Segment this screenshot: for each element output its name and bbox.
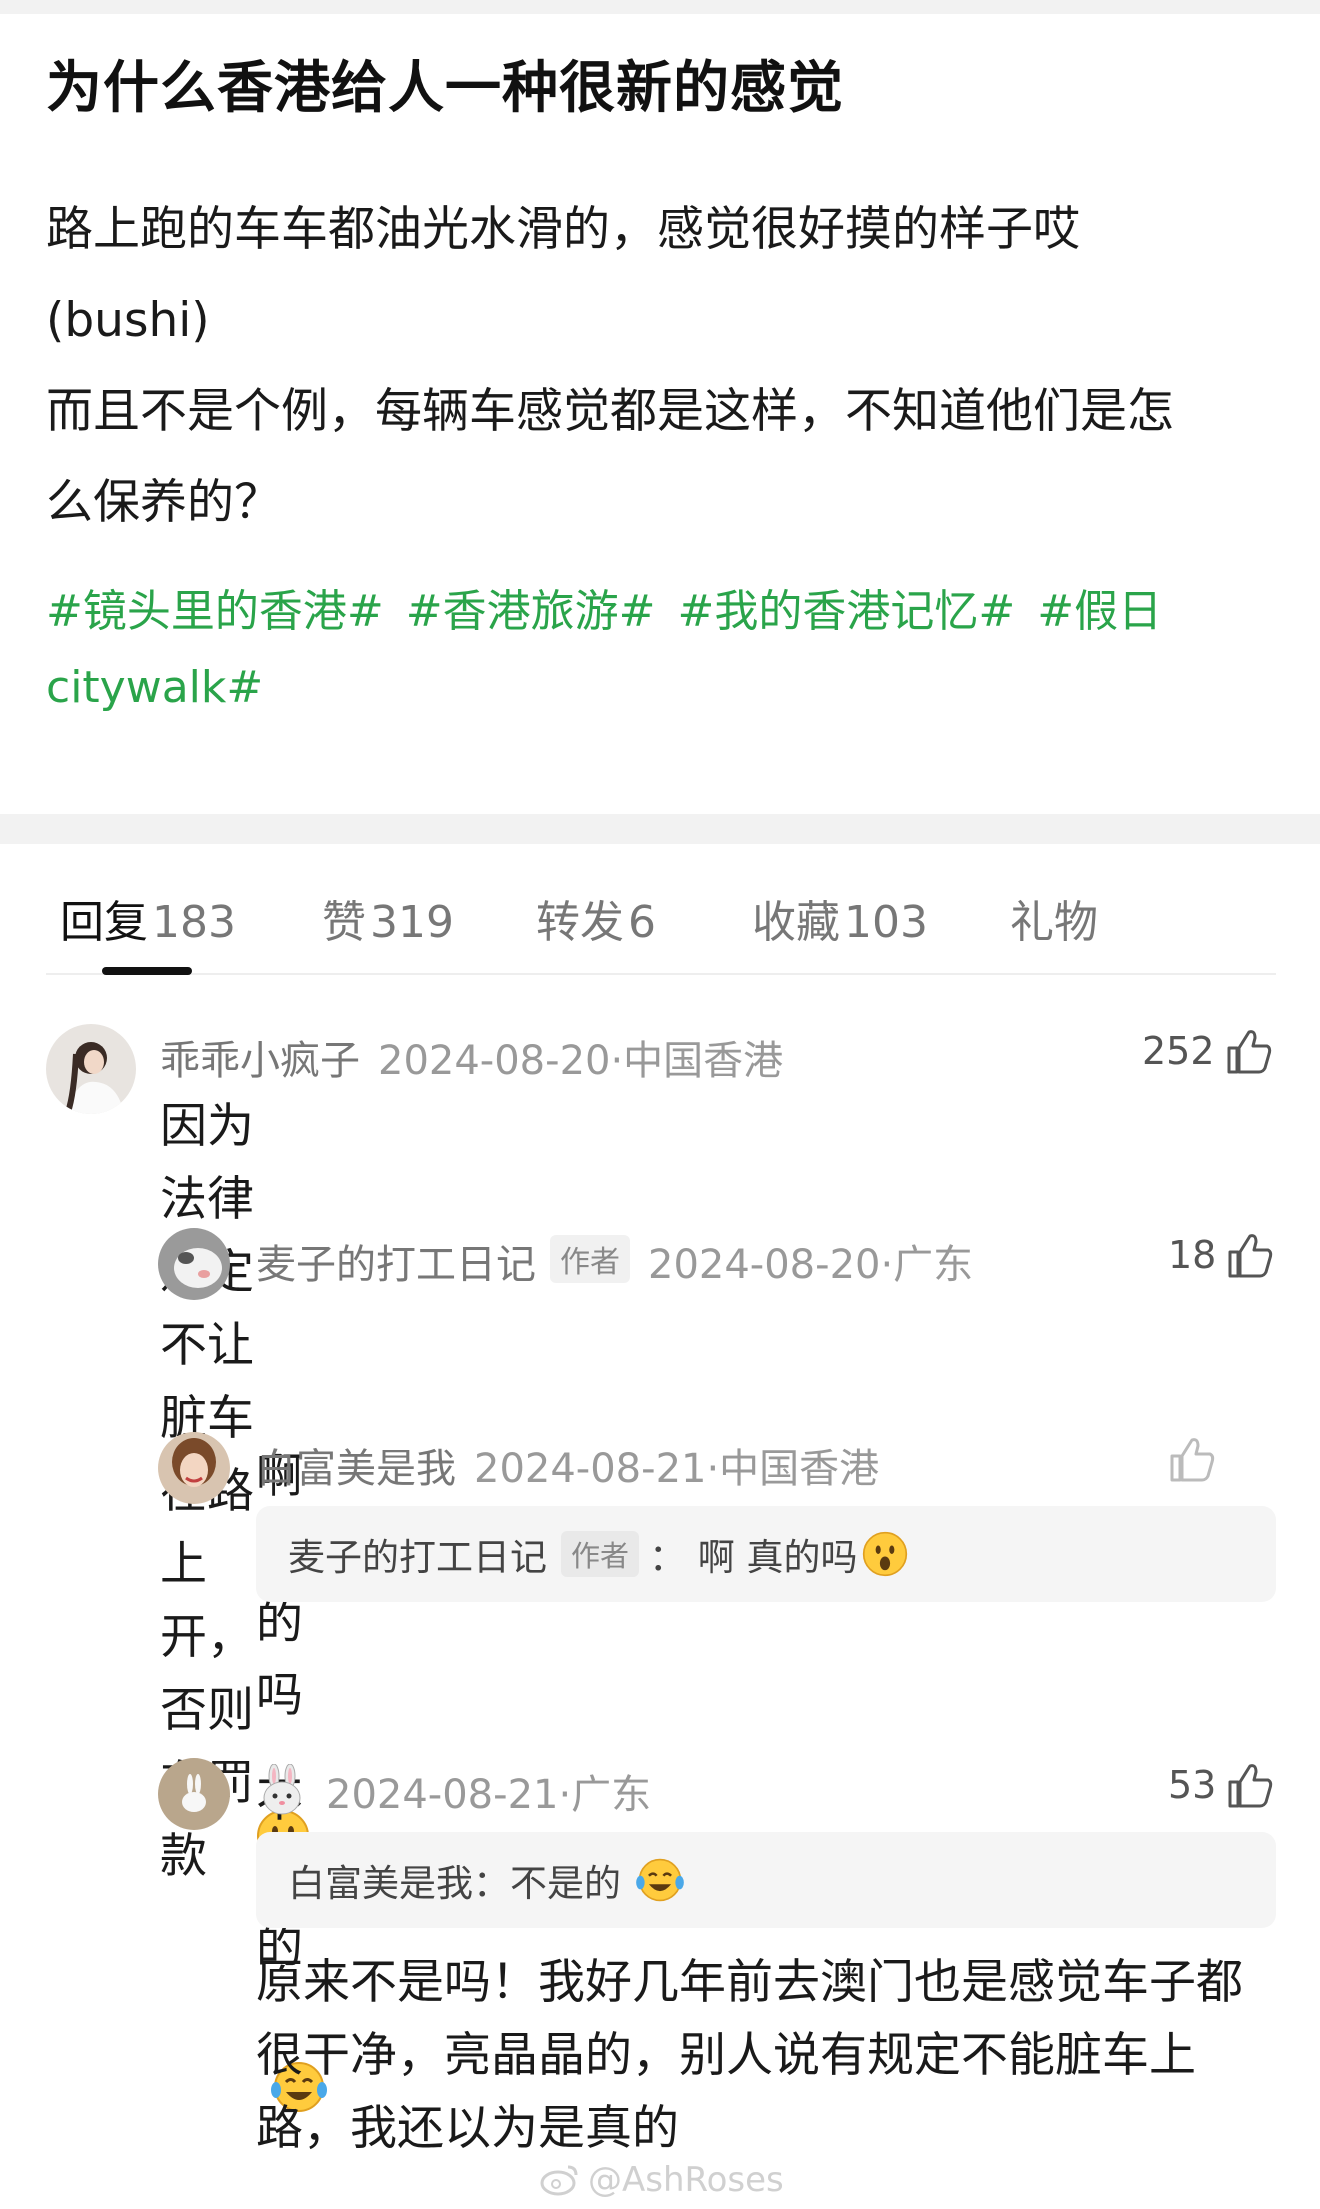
comment-header: 乖乖小疯子 2024-08-20·中国香港 bbox=[160, 1028, 783, 1086]
comment-date: 2024-08-21·中国香港 bbox=[474, 1446, 880, 1492]
interaction-tabs: 回复183 赞319 转发6 收藏103 礼物 bbox=[46, 870, 1276, 975]
tab-favorites[interactable]: 收藏103 bbox=[752, 886, 928, 950]
tab-label: 礼物 bbox=[1010, 897, 1098, 948]
hashtag-link[interactable]: #香港旅游# bbox=[406, 586, 656, 637]
comment-header: 2024-08-21·广东 bbox=[256, 1762, 651, 1820]
hashtag-list: #镜头里的香港# #香港旅游# #我的香港记忆# #假日citywalk# bbox=[46, 574, 1276, 726]
watermark-text: @AshRoses bbox=[588, 2160, 784, 2200]
quoted-reply[interactable]: 麦子的打工日记 作者： 啊 真的吗 bbox=[256, 1506, 1276, 1602]
tab-count: 6 bbox=[628, 897, 656, 948]
thumbs-up-icon bbox=[1227, 1030, 1271, 1074]
avatar[interactable] bbox=[158, 1228, 230, 1300]
tab-label: 回复 bbox=[60, 897, 148, 948]
section-divider bbox=[0, 814, 1320, 844]
tab-replies[interactable]: 回复183 bbox=[60, 886, 236, 950]
comment-date: 2024-08-20·中国香港 bbox=[378, 1038, 784, 1084]
tears-of-joy-icon bbox=[636, 1858, 684, 1902]
like-button[interactable]: 53 bbox=[1168, 1762, 1274, 1808]
tab-count: 319 bbox=[370, 897, 454, 948]
active-tab-indicator bbox=[102, 967, 192, 975]
tab-label: 收藏 bbox=[752, 897, 840, 948]
avatar[interactable] bbox=[46, 1024, 136, 1114]
quoted-text: 白富美是我：不是的 bbox=[288, 1862, 621, 1905]
quoted-reply[interactable]: 白富美是我：不是的 bbox=[256, 1832, 1276, 1928]
tab-likes[interactable]: 赞319 bbox=[322, 886, 454, 950]
comment-date: 2024-08-21·广东 bbox=[326, 1772, 652, 1818]
comment-text: 原来不是吗！我好几年前去澳门也是感觉车子都 很干净，亮晶晶的，别人说有规定不能脏… bbox=[256, 1955, 1243, 2156]
top-divider-band bbox=[0, 0, 1320, 14]
like-count: 18 bbox=[1168, 1233, 1217, 1277]
like-count: 252 bbox=[1142, 1029, 1215, 1073]
thumbs-up-icon bbox=[1228, 1764, 1273, 1808]
like-count: 53 bbox=[1168, 1763, 1217, 1807]
like-button[interactable]: 18 bbox=[1168, 1232, 1274, 1278]
hashtag-link[interactable]: #我的香港记忆# bbox=[677, 586, 1015, 637]
watermark: @AshRoses bbox=[540, 2160, 784, 2200]
avatar[interactable] bbox=[158, 1432, 230, 1504]
tab-gifts[interactable]: 礼物 bbox=[1010, 886, 1098, 950]
commenter-name[interactable]: 麦子的打工日记 bbox=[256, 1242, 536, 1288]
tab-count: 103 bbox=[844, 897, 928, 948]
comment-date: 2024-08-20·广东 bbox=[648, 1242, 974, 1288]
commenter-name[interactable]: 白富美是我 bbox=[256, 1446, 456, 1492]
post-body: 路上跑的车车都油光水滑的，感觉很好摸的样子哎 (bushi) 而且不是个例，每辆… bbox=[46, 202, 1174, 530]
tab-reposts[interactable]: 转发6 bbox=[536, 886, 656, 950]
commenter-name[interactable]: 乖乖小疯子 bbox=[160, 1038, 360, 1084]
author-badge: 作者 bbox=[550, 1235, 630, 1283]
post-content: 为什么香港给人一种很新的感觉 路上跑的车车都油光水滑的，感觉很好摸的样子哎 (b… bbox=[46, 14, 1276, 726]
quoted-name: 麦子的打工日记 bbox=[288, 1536, 547, 1579]
quoted-text: ： 啊 真的吗 bbox=[649, 1536, 858, 1579]
astonished-face-icon bbox=[862, 1531, 907, 1577]
avatar[interactable] bbox=[158, 1758, 230, 1830]
author-badge: 作者 bbox=[561, 1531, 640, 1577]
comment-header: 白富美是我 2024-08-21·中国香港 bbox=[256, 1436, 879, 1494]
weibo-logo-icon bbox=[540, 2165, 578, 2196]
hashtag-link[interactable]: #镜头里的香港# bbox=[46, 586, 384, 637]
thumbs-up-icon bbox=[1170, 1438, 1215, 1482]
tab-label: 转发 bbox=[536, 897, 624, 948]
tab-count: 183 bbox=[152, 897, 236, 948]
like-button[interactable] bbox=[1168, 1436, 1216, 1482]
post-title: 为什么香港给人一种很新的感觉 bbox=[46, 56, 844, 121]
like-button[interactable]: 252 bbox=[1142, 1028, 1273, 1074]
rabbit-face-icon[interactable] bbox=[256, 1763, 308, 1816]
thumbs-up-icon bbox=[1228, 1234, 1273, 1278]
tab-label: 赞 bbox=[322, 897, 366, 948]
comment-header: 麦子的打工日记 作者 2024-08-20·广东 bbox=[256, 1232, 973, 1290]
